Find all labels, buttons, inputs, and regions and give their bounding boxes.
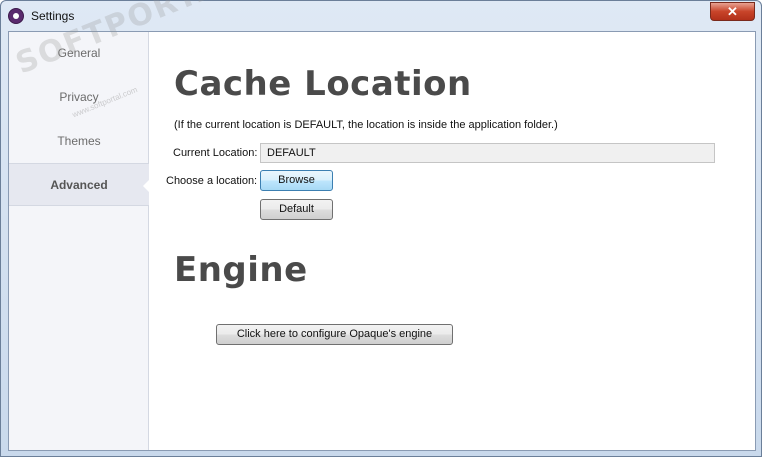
configure-engine-button[interactable]: Click here to configure Opaque's engine — [216, 324, 453, 345]
window-title: Settings — [31, 9, 75, 23]
cache-location-heading: Cache Location — [174, 64, 472, 104]
browse-button[interactable]: Browse — [260, 170, 333, 191]
settings-window: Settings ✕ General Privacy Themes Advanc… — [0, 0, 762, 457]
current-location-label: Current Location: — [173, 147, 258, 159]
engine-heading: Engine — [174, 250, 308, 290]
current-location-field[interactable]: DEFAULT — [260, 143, 715, 163]
sidebar-item-advanced[interactable]: Advanced — [9, 163, 150, 206]
default-button[interactable]: Default — [260, 199, 333, 220]
close-button[interactable]: ✕ — [710, 2, 755, 21]
cache-location-note: (If the current location is DEFAULT, the… — [174, 119, 558, 131]
sidebar-item-themes[interactable]: Themes — [9, 120, 149, 163]
app-icon — [8, 8, 24, 24]
choose-location-label: Choose a location: — [166, 175, 258, 187]
